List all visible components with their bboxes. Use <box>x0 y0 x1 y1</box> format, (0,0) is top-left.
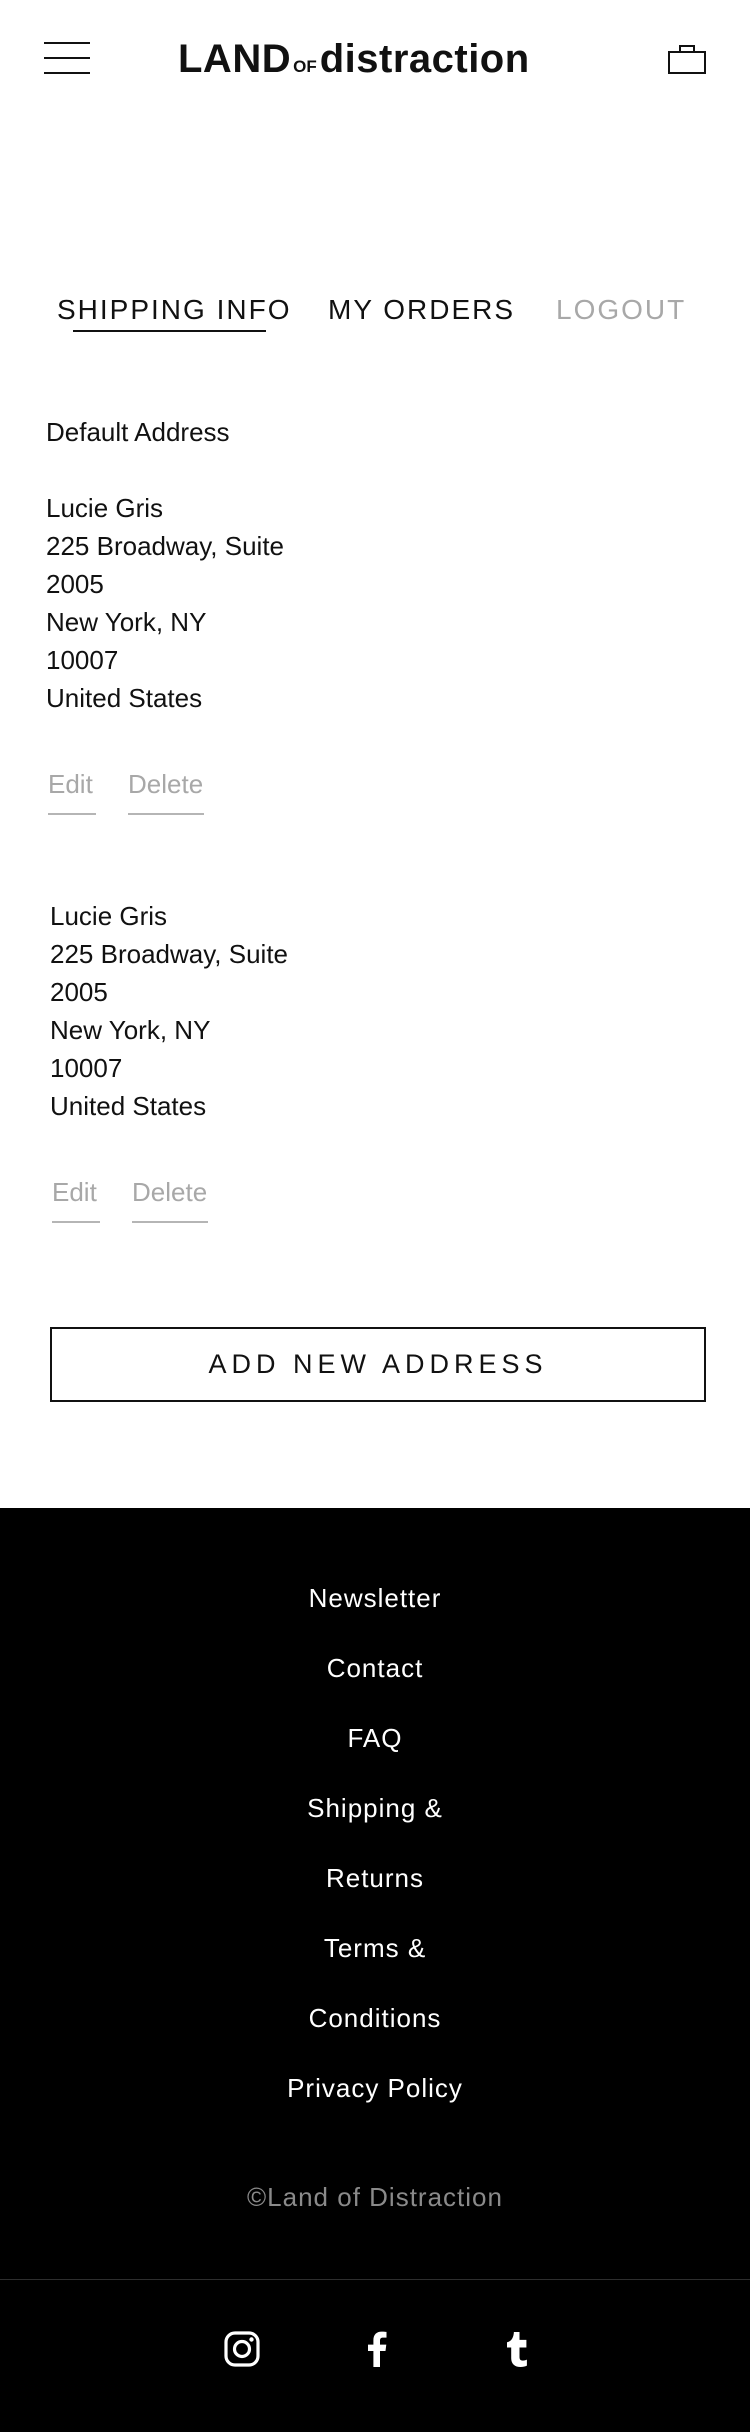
address-name: Lucie Gris <box>50 901 168 931</box>
account-tabs: SHIPPING INFO MY ORDERS LOGOUT <box>0 290 750 340</box>
address-country: United States <box>46 683 203 713</box>
logo-text-of: OF <box>293 57 317 76</box>
tab-logout[interactable]: LOGOUT <box>556 290 686 330</box>
edit-address-button[interactable]: Edit <box>52 1173 100 1223</box>
footer-link-newsletter[interactable]: Newsletter <box>0 1563 750 1633</box>
add-new-address-button[interactable]: ADD NEW ADDRESS <box>50 1327 706 1402</box>
tab-my-orders[interactable]: MY ORDERS <box>328 290 515 330</box>
tab-shipping-info[interactable]: SHIPPING INFO <box>57 290 291 330</box>
address-country: United States <box>50 1091 207 1121</box>
address-city: New York, NY <box>50 1015 211 1045</box>
address-zip: 10007 <box>46 645 119 675</box>
delete-address-button[interactable]: Delete <box>128 765 204 815</box>
footer-link-faq[interactable]: FAQ <box>0 1703 750 1773</box>
address-suite: 2005 <box>46 569 104 599</box>
address-name: Lucie Gris <box>46 493 164 523</box>
facebook-icon[interactable] <box>357 2329 397 2369</box>
footer-link-privacy-policy[interactable]: Privacy Policy <box>0 2053 750 2123</box>
delete-address-button[interactable]: Delete <box>132 1173 208 1223</box>
edit-address-button[interactable]: Edit <box>48 765 96 815</box>
copyright-text: ©Land of Distraction <box>247 2182 503 2212</box>
footer-link-conditions[interactable]: Conditions <box>0 1983 750 2053</box>
site-header: LAND OF distraction <box>0 0 750 120</box>
address-suite: 2005 <box>50 977 108 1007</box>
active-tab-underline <box>73 330 266 332</box>
footer-link-contact[interactable]: Contact <box>0 1633 750 1703</box>
footer-link-returns[interactable]: Returns <box>0 1843 750 1913</box>
site-logo[interactable]: LAND OF distraction <box>178 36 530 82</box>
address-zip: 10007 <box>50 1053 123 1083</box>
footer-divider <box>0 2279 750 2280</box>
logo-text-distraction: distraction <box>319 37 530 81</box>
footer-link-terms[interactable]: Terms & <box>0 1913 750 1983</box>
footer-links: Newsletter Contact FAQ Shipping & Return… <box>0 1563 750 2123</box>
address-street: 225 Broadway, Suite <box>50 939 288 969</box>
address-city: New York, NY <box>46 607 207 637</box>
logo-text-land: LAND <box>178 37 292 81</box>
tumblr-icon[interactable] <box>498 2329 538 2369</box>
address-block: Lucie Gris 225 Broadway, Suite 2005 New … <box>50 897 340 1125</box>
address-block: Lucie Gris 225 Broadway, Suite 2005 New … <box>46 489 336 717</box>
address-street: 225 Broadway, Suite <box>46 531 284 561</box>
site-footer: Newsletter Contact FAQ Shipping & Return… <box>0 1508 750 2432</box>
instagram-icon[interactable] <box>222 2329 262 2369</box>
footer-link-shipping[interactable]: Shipping & <box>0 1773 750 1843</box>
hamburger-menu-icon[interactable] <box>44 42 90 74</box>
default-address-label: Default Address <box>46 417 230 447</box>
shopping-bag-icon[interactable] <box>668 44 706 74</box>
